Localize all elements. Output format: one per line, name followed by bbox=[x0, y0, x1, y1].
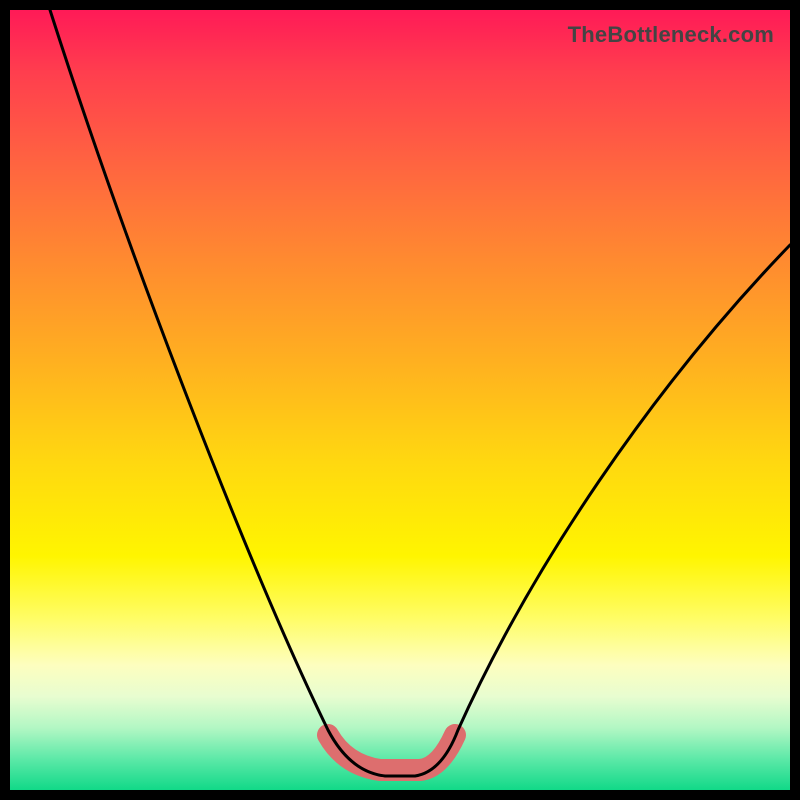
chart-svg bbox=[10, 10, 790, 790]
bottleneck-curve bbox=[50, 10, 790, 776]
plot-area: TheBottleneck.com bbox=[10, 10, 790, 790]
chart-frame: TheBottleneck.com bbox=[0, 0, 800, 800]
